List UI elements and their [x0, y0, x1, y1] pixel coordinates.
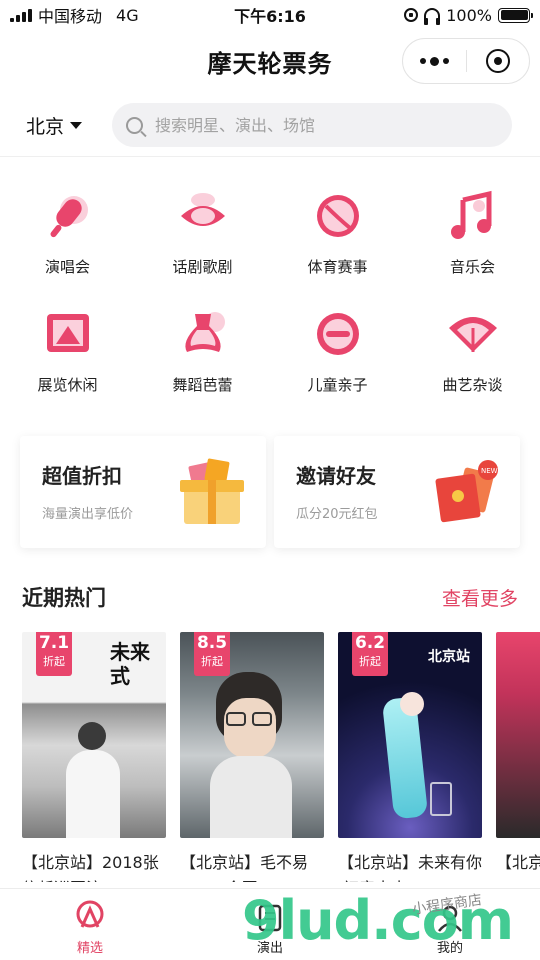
category-label: 演唱会 — [44, 258, 90, 276]
show-title: 【北京站】2018张信哲巡回演 — [22, 853, 159, 882]
discount-tag: 7.1 折起 — [36, 632, 72, 676]
rotation-lock-icon — [404, 8, 419, 22]
show-poster: 8.5 折起 — [180, 632, 324, 838]
poster-figure — [224, 698, 276, 758]
battery-percent: 100% — [446, 5, 492, 25]
discount-tag: 8.5 折起 — [194, 632, 230, 676]
search-input[interactable] — [155, 115, 475, 135]
show-poster — [496, 632, 540, 838]
city-selector[interactable]: 北京 — [26, 112, 106, 139]
drama-mask-icon — [180, 193, 225, 226]
show-card[interactable]: 8.5 折起 【北京站】毛不易 2018 全国 — [180, 632, 324, 882]
carrier-name: 中国移动 — [38, 7, 103, 26]
miniprogram-capsule — [402, 38, 530, 84]
see-more-link[interactable]: 查看更多 — [442, 584, 518, 611]
category-label: 曲艺杂谈 — [442, 376, 503, 394]
headphones-icon — [424, 8, 441, 25]
network-type: 4G — [116, 5, 139, 25]
ball-icon — [316, 195, 359, 237]
category-music[interactable]: 音乐会 — [405, 178, 540, 296]
poster-title-text: 北京站 — [428, 649, 470, 665]
category-kids[interactable]: 儿童亲子 — [270, 296, 405, 414]
category-label: 体育赛事 — [307, 258, 368, 276]
category-grid: 演唱会 话剧歌剧 体育赛事 音乐会 展览休闲 舞蹈芭蕾 儿童亲子 曲艺杂谈 — [0, 178, 540, 414]
show-title: 【北京站】加 — [496, 853, 540, 872]
category-label: 展览休闲 — [37, 376, 98, 394]
folding-fan-icon — [448, 317, 497, 352]
search-icon — [126, 116, 143, 134]
category-exhibition[interactable]: 展览休闲 — [0, 296, 135, 414]
poster-title-text: 未来式 — [110, 640, 150, 688]
kids-icon — [316, 313, 359, 355]
show-title: 【北京站】未来有你·初音未来 — [338, 853, 482, 882]
divider — [0, 156, 540, 157]
category-folk-arts[interactable]: 曲艺杂谈 — [405, 296, 540, 414]
city-label: 北京 — [26, 115, 65, 138]
category-drama[interactable]: 话剧歌剧 — [135, 178, 270, 296]
tab-bar: 精选 演出 我的 9lud.com 小程序商店 — [0, 888, 540, 960]
hot-section-header: 近期热门 查看更多 — [22, 580, 518, 614]
show-card[interactable]: 北京站 6.2 折起 【北京站】未来有你·初音未来 — [338, 632, 482, 882]
show-poster: 北京站 6.2 折起 — [338, 632, 482, 838]
promo-cards: 超值折扣 海量演出享低价 邀请好友 瓜分20元红包 NEW — [20, 436, 520, 548]
promo-invite-card[interactable]: 邀请好友 瓜分20元红包 NEW — [274, 436, 520, 548]
poster-figure — [381, 696, 429, 820]
discount-tag: 6.2 折起 — [352, 632, 388, 676]
tab-featured[interactable]: 精选 — [0, 889, 180, 960]
exhibition-frame-icon — [46, 314, 89, 352]
category-label: 话剧歌剧 — [172, 258, 233, 276]
search-row: 北京 — [0, 100, 540, 150]
category-sports[interactable]: 体育赛事 — [270, 178, 405, 296]
show-title: 【北京站】毛不易 2018 全国 — [180, 853, 309, 882]
show-card[interactable]: 未来式 7.1 折起 【北京站】2018张信哲巡回演 — [22, 632, 166, 882]
microphone-icon — [50, 196, 88, 238]
search-box[interactable] — [112, 103, 512, 147]
more-button[interactable] — [403, 39, 466, 83]
chevron-down-icon — [70, 121, 83, 129]
nav-bar: 摩天轮票务 — [0, 30, 540, 92]
category-dance[interactable]: 舞蹈芭蕾 — [135, 296, 270, 414]
tab-label: 精选 — [76, 941, 103, 956]
close-button[interactable] — [467, 39, 529, 83]
featured-icon — [76, 900, 104, 928]
ballet-skirt-icon — [184, 312, 225, 352]
show-card[interactable]: 【北京站】加 — [496, 632, 540, 882]
page-title: 摩天轮票务 — [207, 49, 333, 78]
category-concert[interactable]: 演唱会 — [0, 178, 135, 296]
target-icon — [485, 49, 510, 73]
show-poster: 未来式 7.1 折起 — [22, 632, 166, 838]
hot-carousel[interactable]: 未来式 7.1 折起 【北京站】2018张信哲巡回演 8.5 折起 【北京站】毛… — [22, 632, 540, 882]
svg-text:NEW: NEW — [481, 467, 498, 475]
promo-discount-card[interactable]: 超值折扣 海量演出享低价 — [20, 436, 266, 548]
category-label: 儿童亲子 — [307, 376, 368, 394]
gift-box-icon — [180, 458, 244, 524]
category-label: 舞蹈芭蕾 — [172, 376, 233, 394]
category-label: 音乐会 — [449, 258, 495, 276]
music-note-icon — [450, 190, 491, 239]
status-bar: 中国移动 4G 下午6:16 100% — [0, 0, 540, 30]
signal-icon — [10, 8, 32, 22]
poster-figure — [78, 722, 106, 750]
section-title: 近期热门 — [22, 586, 106, 610]
battery-icon — [498, 7, 533, 23]
red-envelope-icon: NEW — [435, 460, 498, 523]
